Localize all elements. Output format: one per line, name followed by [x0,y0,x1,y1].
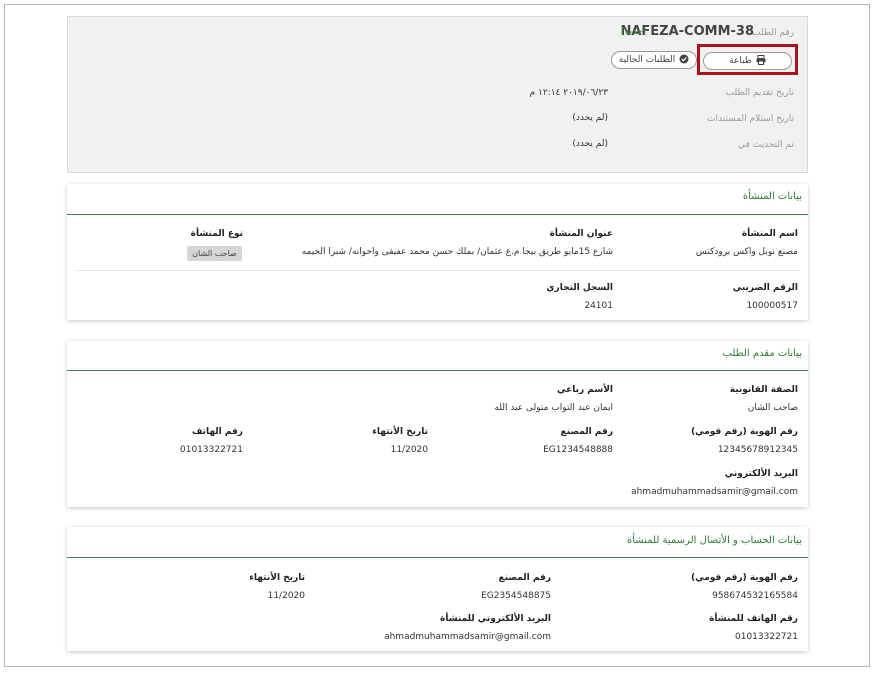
applicant-email-label: البريد الألكتروني [724,469,798,479]
establishment-name-label: اسم المنشأة [741,229,798,239]
account-expiry-label: تاريخ الأنتهاء [249,573,305,583]
current-requests-button[interactable]: الطلبات الحالية [611,51,697,69]
applicant-id-label: رقم الهوية (رقم قومي) [691,427,798,437]
account-email-label: البريد الألكتروني للمنشأة [440,614,551,624]
applicant-card [67,341,808,507]
applicant-factory-label: رقم المصنع [560,427,613,437]
establishment-title: بيانات المنشأة [742,191,802,202]
applicant-expiry-label: تاريخ الأنتهاء [372,427,428,437]
tax-number-label: الرقم الضريبي [732,283,798,293]
account-phone-label: رقم الهاتف للمنشأة [709,614,798,624]
applicant-id-value: 12345678912345 [717,445,798,455]
applicant-title: بيانات مقدم الطلب [722,348,802,359]
account-phone-value: 01013322721 [735,632,798,642]
full-name-label: الأسم رباعي [556,385,613,395]
legal-capacity-value: صاحب الشان [747,403,798,413]
tax-number-value: 100000517 [746,301,798,311]
full-name-value: ايمان عبد التواب متولى عبد الله [494,403,613,413]
current-requests-label: الطلبات الحالية [618,55,676,65]
establishment-name-value: مصنع نوبل واكس برودكتس [695,247,798,257]
establishment-address-label: عنوان المنشأة [549,229,613,239]
section-divider [67,557,808,558]
check-circle-icon [679,54,689,67]
establishment-type-badge: صاحب الشان [187,246,242,261]
account-factory-label: رقم المصنع [498,573,551,583]
account-email-value: ahmadmuhammadsamir@gmail.com [384,632,551,642]
account-factory-value: EG2354548875 [481,591,551,601]
submit-date-value: ٢٠١٩/٠٦/٢٣ ١٢:١٤ م [529,88,608,98]
request-status: [جديد] [621,27,646,37]
applicant-phone-label: رقم الهاتف [191,427,243,437]
updated-at-label: تم التحديث في [738,140,794,150]
request-number-label: رقم الطلب [752,28,794,38]
commercial-register-value: 24101 [584,301,613,311]
applicant-factory-value: EG1234548888 [543,445,613,455]
section-divider [67,214,808,215]
account-id-label: رقم الهوية (رقم قومي) [691,573,798,583]
applicant-email-value: ahmadmuhammadsamir@gmail.com [631,487,798,497]
docs-date-value: (لم يحدد) [572,113,608,123]
section-divider [67,370,808,371]
establishment-type-label: نوع المنشأة [190,229,243,239]
docs-date-label: تاريخ استلام المستندات [707,114,794,124]
establishment-address-value: شارع 15مايو طريق بيجا م.ع عثمان/ بملك حس… [301,247,613,257]
applicant-expiry-value: 11/2020 [390,445,428,455]
account-expiry-value: 11/2020 [267,591,305,601]
submit-date-label: تاريخ تقديم الطلب [725,88,794,98]
commercial-register-label: السجل التجاري [546,283,613,293]
updated-at-value: (لم يحدد) [572,139,608,149]
print-button-highlight [697,44,798,75]
request-header-card [67,16,808,173]
legal-capacity-label: الصفة القانونية [729,385,798,395]
row-divider [75,270,800,271]
applicant-phone-value: 01013322721 [180,445,243,455]
account-id-value: 958674532165584 [712,591,798,601]
account-title: بيانات الحساب و الأتصال الرسمية للمنشأة [627,535,802,546]
